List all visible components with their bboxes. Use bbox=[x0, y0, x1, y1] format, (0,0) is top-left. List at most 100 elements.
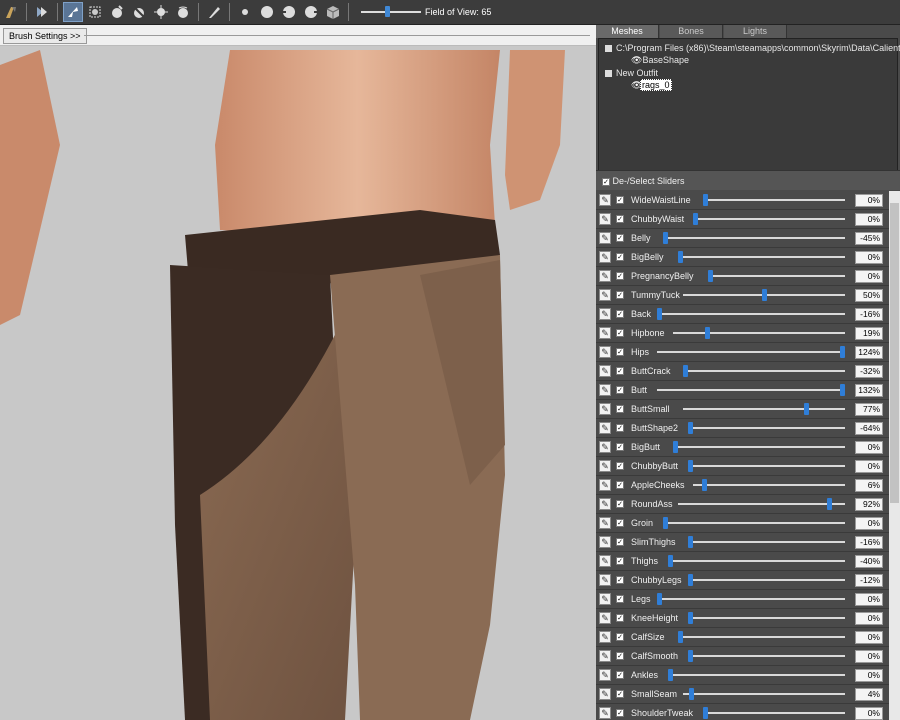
slider-track[interactable] bbox=[693, 484, 845, 486]
edit-slider-icon[interactable]: ✎ bbox=[599, 384, 611, 396]
slider-thumb[interactable] bbox=[827, 498, 832, 510]
edit-slider-icon[interactable]: ✎ bbox=[599, 707, 611, 719]
move-brush-icon[interactable] bbox=[151, 2, 171, 22]
slider-value-field[interactable]: -45% bbox=[855, 232, 883, 245]
edit-slider-icon[interactable]: ✎ bbox=[599, 346, 611, 358]
field-of-view-slider[interactable] bbox=[361, 2, 421, 22]
slider-value-field[interactable]: -12% bbox=[855, 574, 883, 587]
slider-value-field[interactable]: 0% bbox=[855, 251, 883, 264]
tab-meshes[interactable]: Meshes bbox=[596, 25, 659, 38]
slider-checkbox[interactable]: ✓ bbox=[616, 576, 624, 584]
edit-slider-icon[interactable]: ✎ bbox=[599, 650, 611, 662]
mask-tool-icon[interactable] bbox=[32, 2, 52, 22]
deflate-brush-icon[interactable] bbox=[129, 2, 149, 22]
slider-checkbox[interactable]: ✓ bbox=[616, 671, 624, 679]
slider-value-field[interactable]: 50% bbox=[855, 289, 883, 302]
slider-track[interactable] bbox=[668, 674, 845, 676]
slider-checkbox[interactable]: ✓ bbox=[616, 538, 624, 546]
slider-track[interactable] bbox=[683, 370, 845, 372]
slider-value-field[interactable]: 132% bbox=[855, 384, 883, 397]
cube-view-icon[interactable] bbox=[323, 2, 343, 22]
tab-bones[interactable]: Bones bbox=[660, 25, 723, 38]
edit-slider-icon[interactable]: ✎ bbox=[599, 574, 611, 586]
slider-track[interactable] bbox=[678, 256, 845, 258]
slider-value-field[interactable]: 77% bbox=[855, 403, 883, 416]
box-mask-icon[interactable] bbox=[85, 2, 105, 22]
slider-track[interactable] bbox=[703, 199, 845, 201]
slider-value-field[interactable]: 0% bbox=[855, 631, 883, 644]
slider-thumb[interactable] bbox=[668, 669, 673, 681]
slider-track[interactable] bbox=[688, 541, 845, 543]
slider-thumb[interactable] bbox=[703, 707, 708, 719]
slider-checkbox[interactable]: ✓ bbox=[616, 595, 624, 603]
slider-thumb[interactable] bbox=[702, 479, 707, 491]
collapse-icon[interactable] bbox=[605, 70, 612, 78]
slider-track[interactable] bbox=[673, 446, 845, 448]
slider-value-field[interactable]: -16% bbox=[855, 308, 883, 321]
edit-slider-icon[interactable]: ✎ bbox=[599, 669, 611, 681]
edit-slider-icon[interactable]: ✎ bbox=[599, 593, 611, 605]
edit-slider-icon[interactable]: ✎ bbox=[599, 270, 611, 282]
slider-checkbox[interactable]: ✓ bbox=[616, 443, 624, 451]
inflate-brush-icon[interactable] bbox=[107, 2, 127, 22]
slider-value-field[interactable]: 92% bbox=[855, 498, 883, 511]
tree-item-rags[interactable]: 👁rags_0 bbox=[631, 79, 672, 91]
tab-lights[interactable]: Lights bbox=[724, 25, 787, 38]
edit-slider-icon[interactable]: ✎ bbox=[599, 536, 611, 548]
slider-checkbox[interactable]: ✓ bbox=[616, 709, 624, 717]
slider-checkbox[interactable]: ✓ bbox=[616, 329, 624, 337]
tree-item-baseshape[interactable]: 👁 BaseShape bbox=[631, 55, 689, 66]
smooth-brush-icon[interactable] bbox=[173, 2, 193, 22]
slider-checkbox[interactable]: ✓ bbox=[616, 348, 624, 356]
slider-track[interactable] bbox=[657, 389, 845, 391]
slider-checkbox[interactable]: ✓ bbox=[616, 424, 624, 432]
edit-slider-icon[interactable]: ✎ bbox=[599, 365, 611, 377]
slider-thumb[interactable] bbox=[840, 384, 845, 396]
slider-track[interactable] bbox=[663, 522, 845, 524]
slider-track[interactable] bbox=[688, 465, 845, 467]
edit-slider-icon[interactable]: ✎ bbox=[599, 517, 611, 529]
3d-viewport[interactable] bbox=[0, 25, 596, 720]
slider-track[interactable] bbox=[688, 579, 845, 581]
brush-strength-icon[interactable] bbox=[279, 2, 299, 22]
slider-track[interactable] bbox=[693, 218, 845, 220]
slider-track[interactable] bbox=[657, 313, 845, 315]
tree-item-outfit[interactable]: New Outfit bbox=[605, 68, 658, 78]
tree-item-root[interactable]: C:\Program Files (x86)\Steam\steamapps\c… bbox=[605, 43, 900, 53]
edit-slider-icon[interactable]: ✎ bbox=[599, 479, 611, 491]
slider-value-field[interactable]: 0% bbox=[855, 460, 883, 473]
slider-value-field[interactable]: 0% bbox=[855, 612, 883, 625]
slider-thumb[interactable] bbox=[703, 194, 708, 206]
slider-thumb[interactable] bbox=[693, 213, 698, 225]
edit-slider-icon[interactable]: ✎ bbox=[599, 555, 611, 567]
slider-value-field[interactable]: -40% bbox=[855, 555, 883, 568]
select-tool-icon[interactable] bbox=[63, 2, 83, 22]
slider-thumb[interactable] bbox=[663, 517, 668, 529]
slider-thumb[interactable] bbox=[705, 327, 710, 339]
slider-value-field[interactable]: 0% bbox=[855, 213, 883, 226]
eye-icon[interactable]: 👁 bbox=[631, 80, 642, 91]
edit-slider-icon[interactable]: ✎ bbox=[599, 612, 611, 624]
small-brush-icon[interactable] bbox=[235, 2, 255, 22]
slider-value-field[interactable]: 0% bbox=[855, 593, 883, 606]
deselect-sliders-row[interactable]: ✓ De-/Select Sliders bbox=[596, 170, 900, 190]
slider-value-field[interactable]: 0% bbox=[855, 707, 883, 720]
weight-brush-icon[interactable] bbox=[204, 2, 224, 22]
edit-slider-icon[interactable]: ✎ bbox=[599, 213, 611, 225]
slider-checkbox[interactable]: ✓ bbox=[616, 215, 624, 223]
slider-thumb[interactable] bbox=[678, 251, 683, 263]
slider-thumb[interactable] bbox=[689, 688, 694, 700]
slider-vertical-scrollbar[interactable] bbox=[889, 191, 900, 720]
slider-track[interactable] bbox=[663, 237, 845, 239]
slider-thumb[interactable] bbox=[673, 441, 678, 453]
eye-icon[interactable]: 👁 bbox=[631, 55, 642, 66]
slider-value-field[interactable]: 0% bbox=[855, 517, 883, 530]
slider-thumb[interactable] bbox=[762, 289, 767, 301]
slider-thumb[interactable] bbox=[683, 365, 688, 377]
slider-thumb[interactable] bbox=[657, 593, 662, 605]
slider-value-field[interactable]: 19% bbox=[855, 327, 883, 340]
slider-value-field[interactable]: 0% bbox=[855, 650, 883, 663]
slider-checkbox[interactable]: ✓ bbox=[616, 652, 624, 660]
edit-slider-icon[interactable]: ✎ bbox=[599, 232, 611, 244]
edit-slider-icon[interactable]: ✎ bbox=[599, 688, 611, 700]
